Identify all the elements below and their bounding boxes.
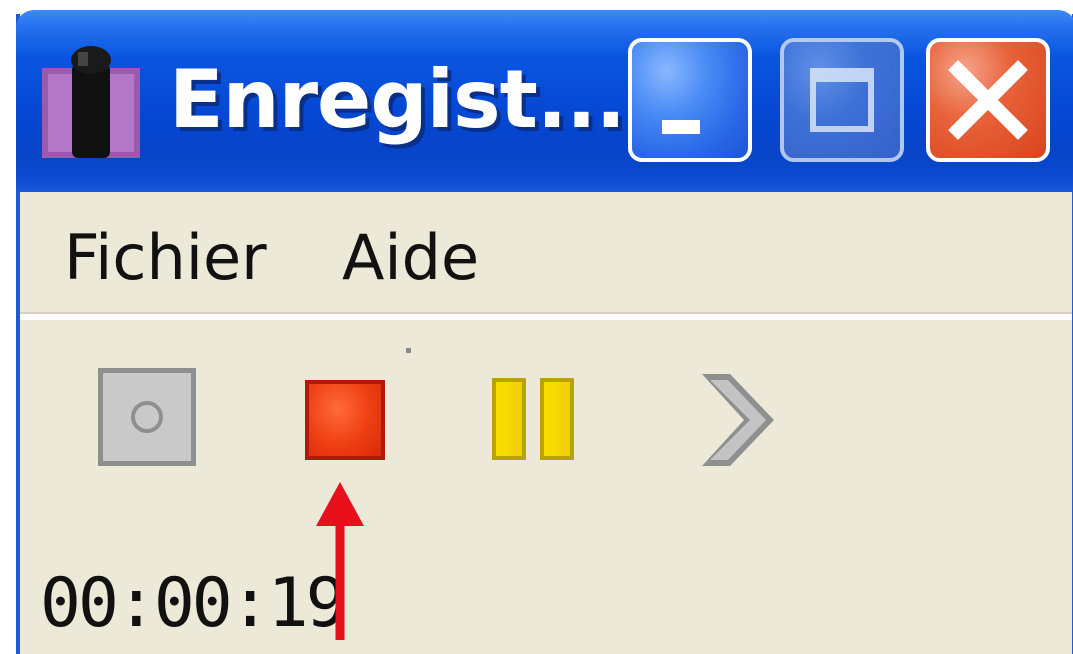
title-bar[interactable]: Enregist... [16, 10, 1073, 192]
menu-bar: Fichier Aide [20, 192, 1072, 320]
window-title: Enregist... [169, 53, 626, 146]
chevron-right-icon [702, 374, 774, 466]
close-icon [948, 60, 1028, 140]
minimize-icon [662, 120, 700, 134]
pause-icon-right-bar [540, 378, 574, 460]
menu-item-aide[interactable]: Aide [342, 218, 479, 298]
close-button[interactable] [926, 38, 1050, 162]
toolbar-panel: 00:00:19 [20, 320, 1072, 654]
maximize-button[interactable] [780, 38, 904, 162]
pause-icon [492, 378, 526, 460]
pause-button[interactable] [492, 378, 580, 460]
annotation-arrow [316, 482, 364, 640]
record-icon [131, 401, 163, 433]
elapsed-time: 00:00:19 [40, 564, 347, 643]
maximize-icon [810, 68, 874, 132]
stray-pixel [406, 348, 411, 353]
microphone-icon [42, 46, 140, 158]
recorder-window: Enregist... Fichier Aide 00:00:19 [16, 10, 1073, 654]
menu-item-fichier[interactable]: Fichier [64, 218, 267, 298]
play-button[interactable] [696, 368, 780, 472]
record-button[interactable] [98, 368, 196, 466]
minimize-button[interactable] [628, 38, 752, 162]
stop-button[interactable] [305, 380, 385, 460]
